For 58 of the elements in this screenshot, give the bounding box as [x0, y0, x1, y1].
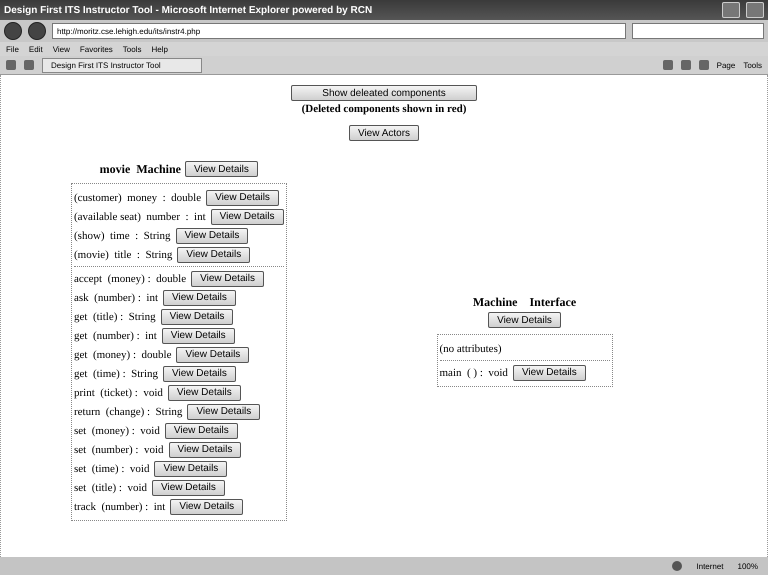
menu-item[interactable]: File: [6, 44, 19, 54]
method-text: ask (number) : int: [74, 292, 158, 304]
method-text: set (money) : void: [74, 424, 160, 436]
address-field[interactable]: http://moritz.cse.lehigh.edu/its/instr4.php: [52, 23, 626, 39]
view-details-button[interactable]: View Details: [176, 346, 250, 362]
menu-item[interactable]: View: [52, 44, 70, 54]
attribute-text: (available seat) number : int: [74, 210, 206, 222]
view-details-button[interactable]: View Details: [206, 190, 279, 206]
view-details-button[interactable]: View Details: [152, 480, 225, 496]
command-menu[interactable]: Tools: [743, 60, 762, 70]
command-menu[interactable]: Page: [716, 60, 736, 70]
view-details-button[interactable]: View Details: [163, 290, 236, 306]
view-actors-button[interactable]: View Actors: [348, 125, 420, 141]
view-details-button[interactable]: View Details: [168, 384, 241, 400]
method-text: print (ticket) : void: [74, 386, 163, 398]
search-field[interactable]: [632, 23, 764, 39]
view-details-button[interactable]: View Details: [168, 442, 242, 458]
method-text: main ( ) : void: [440, 366, 508, 378]
method-text: get (title) : String: [74, 310, 156, 322]
method-text: return (change) : String: [74, 406, 182, 418]
view-details-button[interactable]: View Details: [154, 460, 228, 476]
window-title: Design First ITS Instructor Tool - Microsoft Internet Explorer powered by RCN: [4, 4, 374, 16]
zoom-control[interactable]: 100%: [738, 562, 758, 570]
method-text: track (number) : int: [74, 500, 166, 512]
method-text: get (number) : int: [74, 330, 157, 342]
view-details-button[interactable]: View Details: [163, 366, 236, 382]
view-details-button[interactable]: View Details: [164, 422, 238, 438]
menu-item[interactable]: Help: [151, 44, 168, 54]
attribute-text: (customer) money : double: [74, 192, 202, 204]
attribute-text: (show) time : String: [74, 230, 171, 242]
menu-item[interactable]: Tools: [122, 44, 142, 54]
menu-item[interactable]: Edit: [28, 44, 43, 54]
browser-tab[interactable]: Design First ITS Instructor Tool: [42, 58, 202, 72]
view-details-button[interactable]: View Details: [187, 404, 260, 420]
view-details-button[interactable]: View Details: [160, 308, 234, 324]
view-details-button[interactable]: View Details: [177, 246, 250, 262]
zone-text: Internet: [696, 562, 724, 570]
method-text: get (time) : String: [74, 368, 158, 380]
method-text: accept (money) : double: [74, 272, 186, 284]
menu-item[interactable]: Favorites: [80, 44, 113, 54]
method-text: get (money) : double: [74, 348, 172, 360]
deleted-note: (Deleted components shown in red): [302, 103, 466, 115]
view-details-button[interactable]: View Details: [512, 364, 586, 380]
view-details-button[interactable]: View Details: [170, 498, 244, 514]
view-details-button[interactable]: View Details: [176, 228, 248, 244]
empty-attributes-text: (no attributes): [440, 342, 502, 354]
view-details-button[interactable]: View Details: [210, 208, 284, 224]
view-details-button[interactable]: View Details: [488, 312, 561, 328]
show-deleted-button[interactable]: Show deleated components: [291, 85, 477, 101]
attribute-text: (movie) title : String: [74, 248, 172, 260]
method-text: set (title) : void: [74, 482, 148, 494]
view-details-button[interactable]: View Details: [191, 270, 264, 286]
method-text: set (number) : void: [74, 444, 164, 456]
view-details-button[interactable]: View Details: [184, 161, 258, 177]
class-name: movie Machine: [100, 162, 181, 176]
method-text: set (time) : void: [74, 462, 150, 474]
view-details-button[interactable]: View Details: [162, 328, 235, 344]
class-name: Machine Interface: [472, 295, 576, 310]
